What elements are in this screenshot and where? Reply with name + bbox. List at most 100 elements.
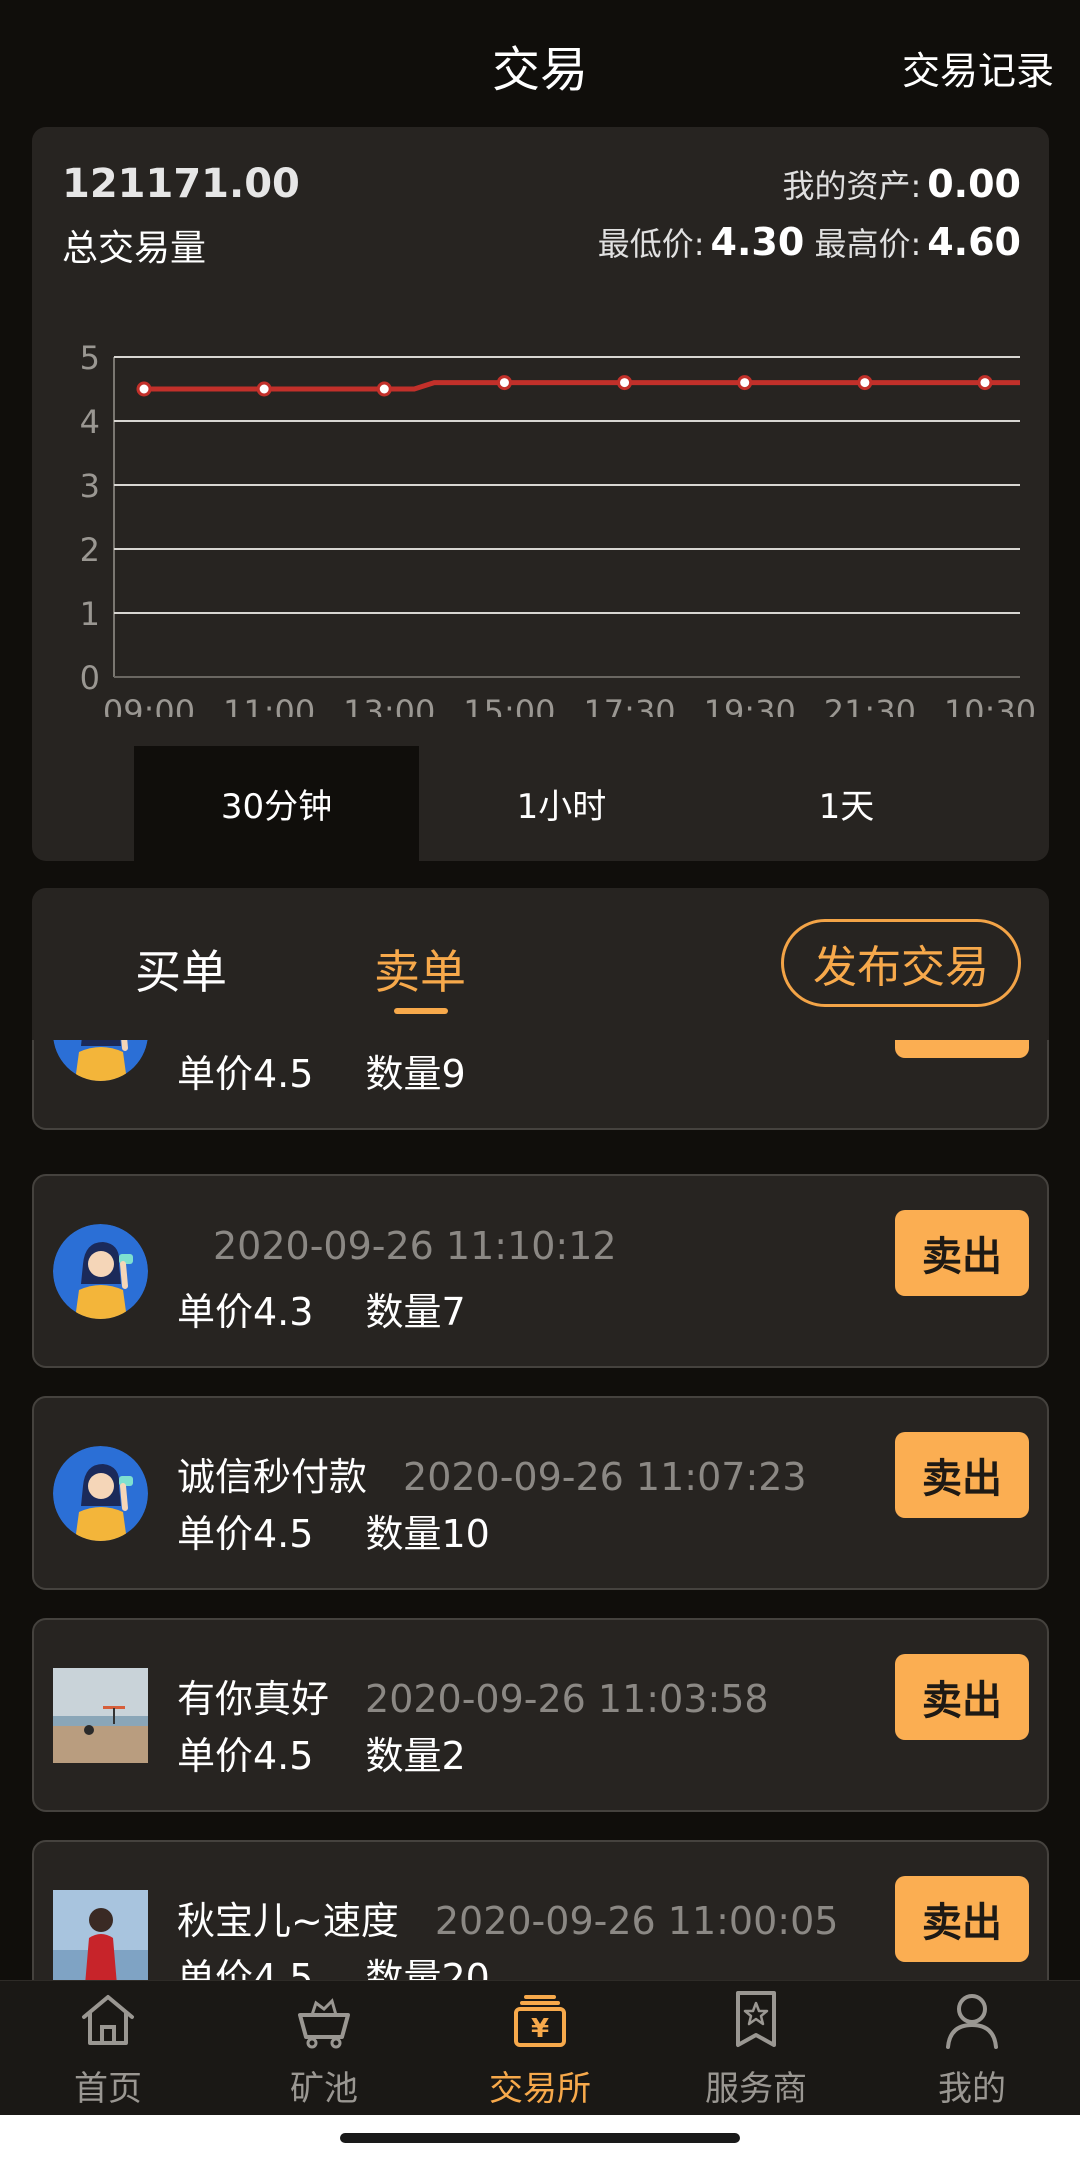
data-point	[136, 381, 152, 397]
unit-price: 单价4.5	[177, 1734, 314, 1778]
unit-price: 单价4.5	[177, 1956, 314, 1980]
list-item: 诚信秒付款 2020-09-26 11:07:23 单价4.5 数量10 卖出	[32, 1396, 1049, 1590]
profile-icon	[946, 1994, 998, 2049]
nav-service-provider[interactable]: 服务商	[648, 1981, 864, 2116]
assets-label: 我的资产:	[782, 167, 922, 205]
high-price-label: 最高价:	[814, 225, 922, 263]
data-point	[376, 381, 392, 397]
list-item: 秋宝儿~速度 2020-09-26 11:00:05 单价4.5 数量20 卖出	[32, 1840, 1049, 1980]
tab-buy-orders[interactable]: 买单	[135, 936, 227, 1002]
x-tick-label: 13:00	[343, 693, 435, 717]
series-line	[144, 380, 1020, 392]
price-line-chart: 0 1 2 3 4 5 09:00 11:00 13:00 15:00 17:30 19:30 21:3…	[80, 339, 1036, 717]
order-list[interactable]: 单价4.5 数量9 卖出 2020-09-26 11:10:12 单价4.3 数量7…	[32, 1040, 1049, 1980]
service-badge-icon	[736, 1991, 776, 2047]
order-info: 单价4.3 数量7	[177, 1281, 466, 1336]
nav-home[interactable]: 首页	[0, 1981, 216, 2116]
quantity: 数量20	[365, 1956, 490, 1980]
bottom-nav: 首页 矿池 ¥ 交易所 服务商 我的	[0, 1980, 1080, 2115]
system-gesture-area	[0, 2115, 1080, 2160]
high-price-value: 4.60	[927, 220, 1021, 264]
sell-button[interactable]: 卖出	[895, 1876, 1029, 1962]
tab-30min[interactable]: 30分钟	[134, 746, 419, 861]
quantity: 数量7	[365, 1290, 466, 1334]
nav-label: 服务商	[705, 2069, 807, 2109]
low-price-value: 4.30	[710, 220, 805, 264]
tab-1hour[interactable]: 1小时	[419, 746, 704, 861]
nav-label: 矿池	[290, 2069, 358, 2109]
price-range: 最低价: 4.30 最高价: 4.60	[598, 219, 1021, 265]
avatar	[53, 1890, 148, 1980]
tab-sell-orders[interactable]: 卖单	[374, 936, 466, 1002]
y-tick-label: 3	[80, 467, 100, 505]
low-price-label: 最低价:	[597, 225, 705, 263]
order-meta: 秋宝儿~速度 2020-09-26 11:00:05	[177, 1890, 838, 1945]
x-tick-label: 21:30	[824, 693, 916, 717]
app-header: 交易 交易记录	[0, 0, 1080, 125]
order-meta: 2020-09-26 11:10:12	[177, 1224, 617, 1268]
home-indicator[interactable]	[340, 2133, 740, 2143]
list-item: 单价4.5 数量9 卖出	[32, 1040, 1049, 1130]
unit-price: 单价4.5	[177, 1052, 314, 1096]
x-tick-label: 19:30	[704, 693, 796, 717]
quantity: 数量9	[365, 1052, 466, 1096]
nav-profile[interactable]: 我的	[864, 1981, 1080, 2116]
list-item: 有你真好 2020-09-26 11:03:58 单价4.5 数量2 卖出	[32, 1618, 1049, 1812]
x-tick-label: 09:00	[103, 693, 195, 717]
avatar	[53, 1668, 148, 1763]
sell-button[interactable]: 卖出	[895, 1432, 1029, 1518]
y-tick-label: 4	[80, 403, 100, 441]
nav-label: 交易所	[489, 2069, 591, 2109]
data-point	[737, 375, 753, 391]
data-point	[496, 375, 512, 391]
y-tick-label: 5	[80, 339, 100, 377]
data-point	[617, 375, 633, 391]
sell-button[interactable]: 卖出	[895, 1210, 1029, 1296]
sell-button[interactable]: 卖出	[895, 1654, 1029, 1740]
data-point	[977, 375, 993, 391]
unit-price: 单价4.5	[177, 1512, 314, 1556]
interval-tabs: 30分钟 1小时 1天	[134, 746, 1049, 861]
total-volume-label: 总交易量	[62, 228, 207, 269]
x-tick-label: 11:00	[223, 693, 315, 717]
tab-1day[interactable]: 1天	[704, 746, 989, 861]
timestamp: 2020-09-26 11:00:05	[434, 1899, 839, 1943]
publish-trade-button[interactable]: 发布交易	[781, 919, 1021, 1007]
order-info: 单价4.5 数量20	[177, 1947, 490, 1980]
sell-button[interactable]: 卖出	[895, 1040, 1029, 1058]
nav-label: 我的	[938, 2069, 1006, 2109]
timestamp: 2020-09-26 11:10:12	[213, 1224, 617, 1268]
y-tick-label: 1	[80, 595, 100, 633]
portrait-photo-icon	[53, 1890, 148, 1980]
exchange-icon: ¥	[514, 1995, 566, 2047]
nickname: 秋宝儿~速度	[177, 1899, 399, 1943]
assets-value: 0.00	[927, 162, 1021, 206]
order-info: 单价4.5 数量2	[177, 1725, 466, 1780]
home-icon	[82, 1995, 134, 2045]
y-tick-label: 2	[80, 531, 100, 569]
nav-label: 首页	[74, 2069, 142, 2109]
beach-photo-icon	[53, 1668, 148, 1763]
quantity: 数量10	[365, 1512, 490, 1556]
my-assets: 我的资产: 0.00	[782, 161, 1021, 207]
nav-mining-pool[interactable]: 矿池	[216, 1981, 432, 2116]
quantity: 数量2	[365, 1734, 466, 1778]
avatar	[53, 1224, 148, 1319]
data-point	[857, 375, 873, 391]
order-info: 单价4.5 数量10	[177, 1503, 490, 1558]
x-tick-label: 10:30	[944, 693, 1036, 717]
nickname: 有你真好	[177, 1677, 330, 1721]
timestamp: 2020-09-26 11:07:23	[403, 1455, 807, 1499]
trade-history-link[interactable]: 交易记录	[902, 40, 1054, 95]
cartoon-girl-icon	[53, 1224, 148, 1319]
x-tick-label: 17:30	[583, 693, 675, 717]
orders-panel-header: 买单 卖单 发布交易	[32, 888, 1049, 1040]
nav-exchange[interactable]: ¥ 交易所	[432, 1981, 648, 2116]
y-tick-label: 0	[80, 659, 100, 697]
svg-text:¥: ¥	[531, 2014, 549, 2044]
market-card: 121171.00 总交易量 我的资产: 0.00 最低价: 4.30 最高价: 4.…	[32, 127, 1049, 861]
total-volume-value: 121171.00	[62, 161, 300, 207]
nickname: 诚信秒付款	[177, 1455, 368, 1499]
data-point	[256, 381, 272, 397]
x-tick-label: 15:00	[463, 693, 555, 717]
